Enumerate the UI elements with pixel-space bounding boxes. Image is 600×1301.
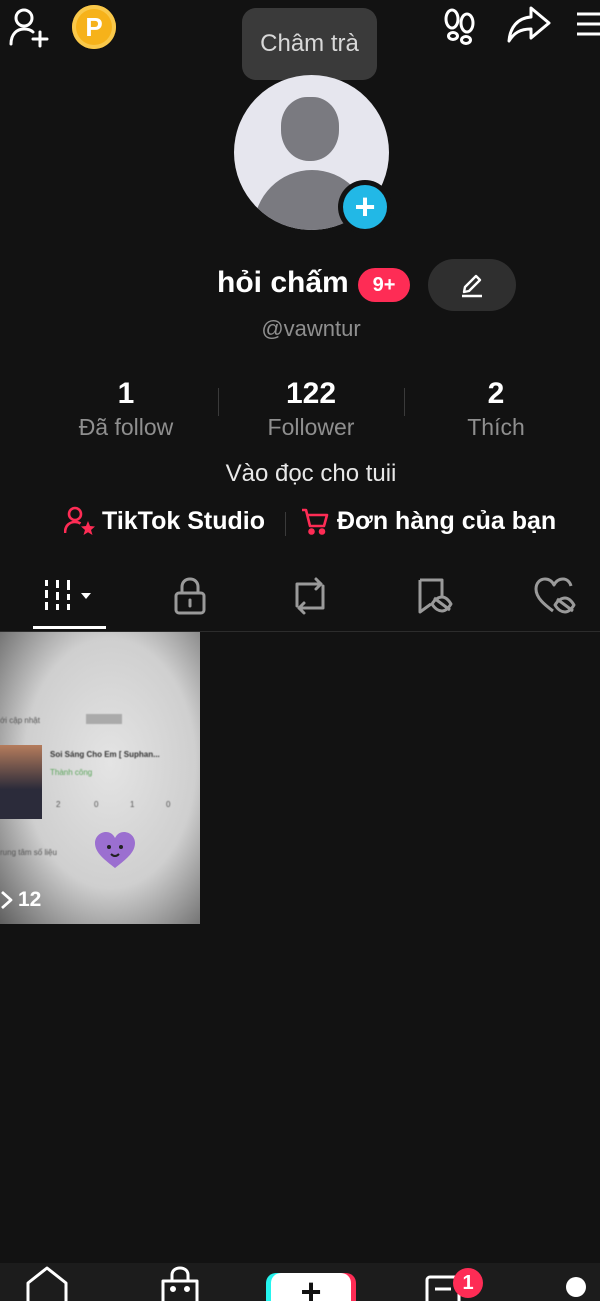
inbox-badge: 1 bbox=[453, 1268, 483, 1298]
link-divider bbox=[285, 512, 286, 536]
status-tooltip[interactable]: Châm trà bbox=[242, 8, 377, 80]
stat-divider bbox=[218, 388, 219, 416]
stat-following-value: 1 bbox=[117, 377, 135, 410]
video-inner-thumbnail bbox=[0, 745, 42, 819]
nav-profile[interactable] bbox=[566, 1277, 586, 1297]
nav-home[interactable] bbox=[24, 1263, 70, 1301]
stat-divider bbox=[404, 388, 405, 416]
tiktok-studio-label: TikTok Studio bbox=[102, 506, 265, 535]
grid-icon bbox=[44, 580, 91, 610]
nav-shop[interactable] bbox=[160, 1263, 200, 1301]
bookmark-hidden-icon bbox=[418, 578, 453, 614]
stat-likes[interactable]: 2 Thích bbox=[406, 378, 586, 441]
tab-reposts[interactable] bbox=[280, 560, 340, 632]
content-tabs bbox=[0, 560, 600, 632]
active-tab-indicator bbox=[33, 626, 106, 629]
create-button[interactable]: + bbox=[271, 1273, 351, 1301]
video-views: 12 bbox=[18, 888, 42, 911]
display-name: hỏi chấm bbox=[217, 266, 349, 299]
stat-following[interactable]: 1 Đã follow bbox=[36, 378, 216, 441]
coin-icon[interactable]: P bbox=[72, 5, 116, 49]
create-plus-icon: + bbox=[300, 1271, 322, 1301]
orders-label: Đơn hàng của bạn bbox=[337, 506, 557, 535]
footprints-icon[interactable] bbox=[438, 4, 482, 48]
tooltip-text: Châm trà bbox=[260, 30, 359, 57]
purple-heart-icon bbox=[95, 832, 135, 868]
stat-followers[interactable]: 122 Follower bbox=[221, 378, 401, 441]
edit-profile-button[interactable] bbox=[428, 259, 516, 311]
orders-link[interactable]: Đơn hàng của bạn bbox=[300, 506, 556, 536]
stat-followers-label: Follower bbox=[267, 414, 355, 440]
shop-icon bbox=[161, 1266, 199, 1301]
bottom-nav: + bbox=[0, 1263, 600, 1301]
repost-icon bbox=[295, 577, 325, 615]
stat-likes-label: Thích bbox=[467, 414, 525, 440]
tab-private[interactable] bbox=[160, 560, 220, 632]
stat-likes-value: 2 bbox=[487, 377, 505, 410]
tab-videos[interactable] bbox=[33, 560, 106, 632]
add-friend-icon[interactable] bbox=[6, 4, 52, 50]
share-icon[interactable] bbox=[505, 2, 553, 46]
home-icon bbox=[26, 1266, 68, 1301]
plus-icon: + bbox=[343, 185, 387, 229]
coin-letter: P bbox=[85, 12, 103, 42]
avatar-head bbox=[281, 97, 339, 161]
menu-icon[interactable] bbox=[574, 6, 600, 42]
tab-liked[interactable] bbox=[525, 560, 585, 632]
add-avatar-button[interactable]: + bbox=[338, 180, 392, 234]
notification-badge[interactable]: 9+ bbox=[358, 268, 410, 302]
cart-icon bbox=[302, 508, 329, 535]
tiktok-studio-link[interactable]: TikTok Studio bbox=[64, 506, 265, 536]
pencil-icon bbox=[462, 274, 482, 298]
lock-icon bbox=[174, 577, 206, 615]
stat-following-label: Đã follow bbox=[78, 414, 174, 440]
creator-star-icon bbox=[64, 506, 95, 535]
stat-followers-value: 122 bbox=[285, 377, 337, 410]
heart-hidden-icon bbox=[534, 577, 576, 614]
tab-favorites[interactable] bbox=[403, 560, 463, 632]
username: @vawntur bbox=[261, 316, 361, 341]
play-icon bbox=[1, 890, 13, 910]
video-view-count: 12 bbox=[0, 888, 41, 912]
bio: Vào đọc cho tuii bbox=[225, 460, 397, 487]
